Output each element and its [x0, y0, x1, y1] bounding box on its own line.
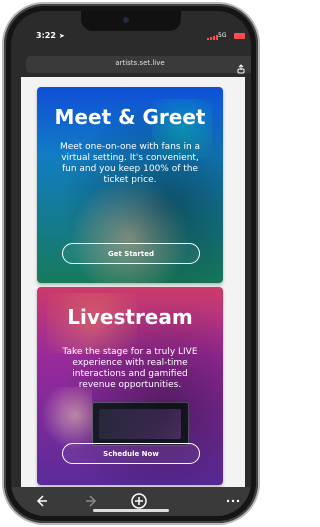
schedule-now-button[interactable]: Schedule Now: [62, 443, 200, 464]
card-title: Meet & Greet: [54, 105, 206, 129]
url-bar[interactable]: artists.set.live: [26, 56, 251, 74]
location-arrow-icon: ➤: [58, 32, 65, 40]
web-content: Meet & Greet Meet one-on-one with fans i…: [21, 77, 245, 487]
more-dots-icon[interactable]: [225, 493, 241, 509]
status-time: 3:22 ➤: [36, 31, 65, 40]
time-text: 3:22: [36, 31, 56, 40]
signal-icon: [207, 35, 218, 40]
meet-greet-card: Meet & Greet Meet one-on-one with fans i…: [37, 87, 223, 283]
back-arrow-icon[interactable]: [33, 493, 49, 509]
livestream-card: Livestream Take the stage for a truly LI…: [37, 287, 223, 485]
plus-circle-icon[interactable]: [131, 493, 147, 509]
forward-arrow-icon[interactable]: [84, 493, 100, 509]
card-body: Take the stage for a truly LIVE experien…: [62, 347, 198, 390]
status-bar: 3:22 ➤ 5G: [11, 11, 251, 40]
notch: [81, 11, 181, 31]
home-indicator: [93, 509, 169, 512]
get-started-button[interactable]: Get Started: [62, 243, 200, 264]
camera-icon: [123, 17, 129, 23]
phone-screen: 3:22 ➤ 5G artists.set.live Meet & Greet …: [11, 11, 251, 516]
card-body: Meet one-on-one with fans in a virtual s…: [59, 142, 201, 185]
battery-icon: [234, 33, 245, 39]
share-icon[interactable]: [236, 59, 246, 74]
card-title: Livestream: [67, 305, 193, 329]
url-text: artists.set.live: [115, 59, 165, 67]
network-label: 5G: [218, 32, 227, 39]
phone-frame: 3:22 ➤ 5G artists.set.live Meet & Greet …: [4, 4, 258, 523]
